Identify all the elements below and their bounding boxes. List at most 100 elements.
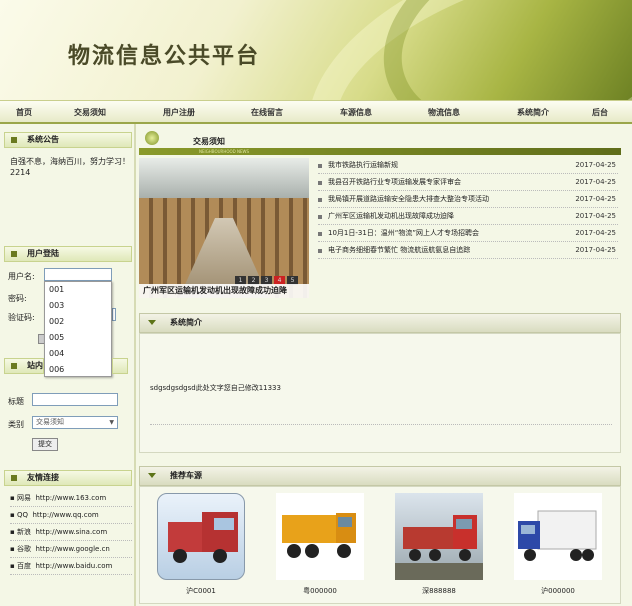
link-name: 网易 [16, 494, 31, 502]
password-label: 密码: [8, 294, 27, 303]
notice-title: 系统公告 [4, 132, 132, 148]
nav-vehicles[interactable]: 车源信息 [340, 101, 372, 125]
link-url: http://www.sina.com [35, 528, 108, 536]
trade-title: 交易须知 [193, 137, 225, 146]
news-item[interactable]: 我市铁路执行运输新规 2017-04-25 [318, 157, 618, 174]
nav-message[interactable]: 在线留言 [251, 101, 283, 125]
system-title: 系统简介 [170, 318, 202, 327]
vehicle-image[interactable] [276, 493, 364, 580]
truck-icon [168, 512, 238, 563]
links-title: 友情连接 [4, 470, 132, 486]
column-divider [134, 124, 136, 606]
login-panel: 用户登陆 [4, 246, 132, 262]
search-category-label: 类别 [8, 420, 24, 429]
autocomplete-option[interactable]: 003 [45, 298, 111, 314]
link-sina[interactable]: ▪ 新浪 http://www.sina.com [10, 524, 132, 541]
search-title-input[interactable] [32, 393, 118, 406]
cars-header: 推荐车源 [139, 466, 621, 486]
bullet-icon [318, 181, 322, 185]
truck-icon [518, 510, 597, 561]
news-title: 我县召开铁路行业专项运输发展专家评审会 [328, 178, 461, 186]
truck-icon [282, 513, 356, 558]
news-item[interactable]: 电子商务细细春节繁忙 物流航运航氨息自追踪 2017-04-25 [318, 242, 618, 259]
category-select[interactable]: 交易须知 ▼ [32, 416, 118, 429]
link-name: 谷歌 [16, 545, 31, 553]
arrow-circle-icon [145, 131, 159, 145]
link-name: 百度 [16, 562, 31, 570]
triangle-down-icon [148, 320, 156, 325]
nav-register[interactable]: 用户注册 [163, 101, 195, 125]
site-title: 物流信息公共平台 [68, 43, 261, 69]
news-date: 2017-04-25 [575, 246, 616, 254]
search-submit-button[interactable]: 提交 [32, 438, 58, 451]
search-title: 站内 [4, 358, 44, 374]
news-title: 我市铁路执行运输新规 [328, 161, 398, 169]
captcha-input[interactable] [112, 308, 116, 321]
vehicle-image[interactable] [514, 493, 602, 580]
dotted-divider [150, 424, 612, 425]
banner-decoration [357, 0, 632, 100]
username-autocomplete[interactable]: 001 003 002 005 004 006 [44, 281, 112, 377]
chevron-down-icon: ▼ [109, 419, 114, 426]
vehicle-image[interactable] [395, 493, 483, 580]
bullet-icon [318, 215, 322, 219]
search-title-label: 标题 [8, 397, 24, 406]
notice-panel: 系统公告 自强不息，海纳百川，努力学习！2214 [4, 132, 132, 178]
autocomplete-option[interactable]: 005 [45, 330, 111, 346]
autocomplete-option[interactable]: 004 [45, 346, 111, 362]
news-item[interactable]: 10月1日-31日：温州“物流”网上人才专场招聘会 2017-04-25 [318, 225, 618, 242]
autocomplete-option[interactable]: 006 [45, 362, 111, 378]
vehicle-plate[interactable]: 深888888 [395, 586, 483, 596]
link-google[interactable]: ▪ 谷歌 http://www.google.cn [10, 541, 132, 558]
news-date: 2017-04-25 [575, 161, 616, 169]
vehicle-plate[interactable]: 沪C0001 [157, 586, 245, 596]
vehicle-plate[interactable]: 粤000000 [276, 586, 364, 596]
bullet-icon [318, 198, 322, 202]
link-name: 新浪 [16, 528, 31, 536]
bullet-icon [318, 164, 322, 168]
news-date: 2017-04-25 [575, 229, 616, 237]
slideshow-caption[interactable]: 广州军区运输机发动机出现故障成功迫降 [139, 284, 309, 298]
system-text: sdgsdgsdgsd此处文字您自己修改11333 [150, 384, 281, 392]
nav-home[interactable]: 首页 [16, 101, 32, 125]
link-163[interactable]: ▪ 网易 http://www.163.com [10, 490, 132, 507]
link-bullet-icon: ▪ [10, 545, 17, 553]
link-bullet-icon: ▪ [10, 528, 17, 536]
category-value: 交易须知 [36, 418, 64, 426]
warehouse-roof [139, 158, 309, 198]
username-input[interactable] [44, 268, 112, 281]
vehicle-plate[interactable]: 沪000000 [514, 586, 602, 596]
nav-admin[interactable]: 后台 [592, 101, 608, 125]
nav-about[interactable]: 系统简介 [517, 101, 549, 125]
link-url: http://www.qq.com [32, 511, 99, 519]
news-slideshow[interactable]: 1 2 3 4 5 [139, 158, 309, 298]
link-baidu[interactable]: ▪ 百度 http://www.baidu.com [10, 558, 132, 575]
news-title: 10月1日-31日：温州“物流”网上人才专场招聘会 [328, 229, 480, 237]
username-label: 用户名: [8, 272, 35, 281]
link-qq[interactable]: ▪ QQ http://www.qq.com [10, 507, 132, 524]
news-item[interactable]: 广州军区运输机发动机出现故障成功迫降 2017-04-25 [318, 208, 618, 225]
cars-title: 推荐车源 [170, 471, 202, 480]
header-banner: 物流信息公共平台 [0, 0, 632, 100]
search-panel-head [112, 358, 128, 374]
captcha-label: 验证码: [8, 313, 35, 322]
link-url: http://www.baidu.com [35, 562, 113, 570]
link-bullet-icon: ▪ [10, 511, 17, 519]
news-title: 我局镇开展道路运输安全隐患大排查大整治专项活动 [328, 195, 489, 203]
notice-text: 自强不息，海纳百川，努力学习！2214 [10, 157, 130, 177]
system-panel [139, 333, 621, 453]
nav-logistics[interactable]: 物流信息 [428, 101, 460, 125]
news-item[interactable]: 我县召开铁路行业专项运输发展专家评审会 2017-04-25 [318, 174, 618, 191]
autocomplete-option[interactable]: 001 [45, 282, 111, 298]
login-title: 用户登陆 [4, 246, 132, 262]
trade-subtitle: NEIGHBOURHOOD NEWS [199, 149, 250, 154]
link-bullet-icon: ▪ [10, 562, 17, 570]
news-date: 2017-04-25 [575, 212, 616, 220]
nav-trade-notes[interactable]: 交易须知 [74, 101, 106, 125]
vehicle-image[interactable] [157, 493, 245, 580]
trade-bar: NEIGHBOURHOOD NEWS [139, 148, 621, 155]
autocomplete-option[interactable]: 002 [45, 314, 111, 330]
news-item[interactable]: 我局镇开展道路运输安全隐患大排查大整治专项活动 2017-04-25 [318, 191, 618, 208]
link-url: http://www.163.com [35, 494, 107, 502]
truck-icon [395, 515, 483, 580]
